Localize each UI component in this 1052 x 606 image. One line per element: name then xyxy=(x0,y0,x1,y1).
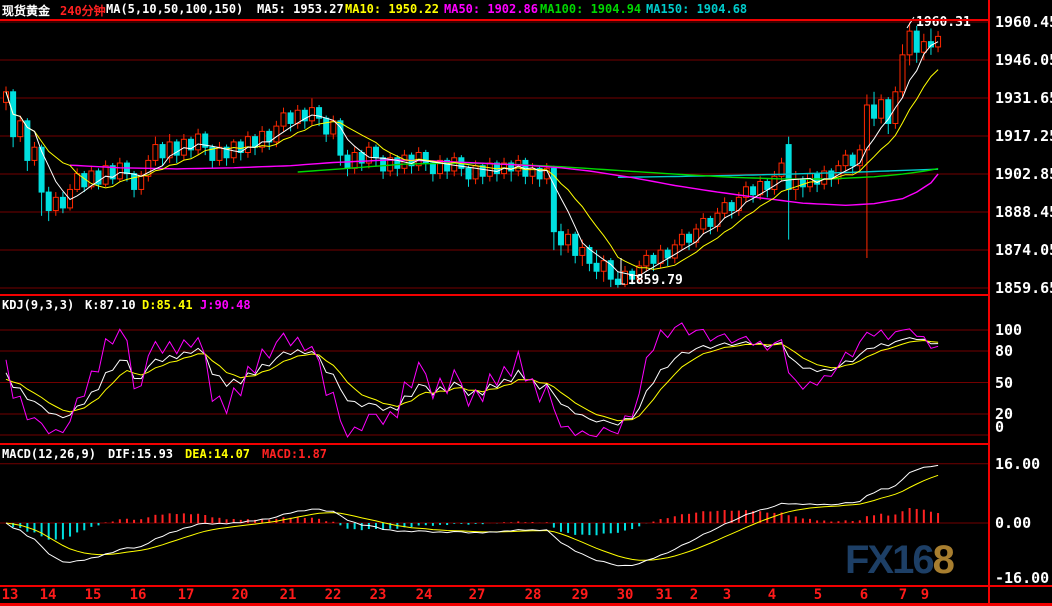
date-label: 22 xyxy=(325,587,342,603)
date-label: 24 xyxy=(416,587,433,603)
price-label: 1917.25 xyxy=(995,128,1051,144)
chart-window: 1859.79 1960.31 现货黄金 240分钟 MA(5,10,50,100… xyxy=(0,0,1052,606)
date-label: 13 xyxy=(2,587,19,603)
date-label: 30 xyxy=(617,587,634,603)
separator-header xyxy=(0,19,989,21)
date-label: 17 xyxy=(178,587,195,603)
kdj-d-value: D:85.41 xyxy=(142,298,193,312)
kdj-label: 50 xyxy=(995,375,1051,391)
macd-dea-value: DEA:14.07 xyxy=(185,447,250,461)
kdj-label: KDJ(9,3,3) xyxy=(2,298,74,312)
logo-fx16: FX16 xyxy=(845,538,933,582)
ma10-value: MA10: 1950.22 xyxy=(345,2,439,16)
date-label: 20 xyxy=(232,587,249,603)
date-label: 7 xyxy=(899,587,907,603)
high-annotation: 1960.31 xyxy=(916,15,971,30)
candlesticks xyxy=(4,22,941,287)
date-label: 14 xyxy=(40,587,57,603)
date-label: 31 xyxy=(656,587,673,603)
macd-plot xyxy=(6,465,938,565)
kdj-k-value: K:87.10 xyxy=(85,298,136,312)
symbol-label: 现货黄金 xyxy=(2,2,50,19)
kdj-lines xyxy=(6,323,938,437)
macd-label: 16.00 xyxy=(995,456,1051,472)
ma5-value: MA5: 1953.27 xyxy=(257,2,344,16)
kdj-label: 0 xyxy=(995,419,1051,435)
price-label: 1859.65 xyxy=(995,280,1051,296)
axis-separator-vertical xyxy=(988,0,990,606)
price-label: 1902.85 xyxy=(995,166,1051,182)
date-label: 29 xyxy=(572,587,589,603)
macd-label: -16.00 xyxy=(995,570,1051,586)
price-label: 1888.45 xyxy=(995,204,1051,220)
date-label: 23 xyxy=(370,587,387,603)
price-label: 1931.65 xyxy=(995,90,1051,106)
date-label: 21 xyxy=(280,587,297,603)
ma-params-label: MA(5,10,50,100,150) xyxy=(106,2,243,16)
ma-lines xyxy=(6,42,938,276)
fx168-logo: FX168 xyxy=(845,540,953,580)
date-label: 28 xyxy=(525,587,542,603)
kdj-j-value: J:90.48 xyxy=(200,298,251,312)
ma100-value: MA100: 1904.94 xyxy=(540,2,641,16)
kdj-label: 100 xyxy=(995,322,1051,338)
date-label: 16 xyxy=(130,587,147,603)
macd-dif-value: DIF:15.93 xyxy=(108,447,173,461)
ma50-value: MA50: 1902.86 xyxy=(444,2,538,16)
macd-label: 0.00 xyxy=(995,515,1051,531)
low-annotation: 1859.79 xyxy=(628,273,683,288)
kdj-label: 80 xyxy=(995,343,1051,359)
macd-macd-value: MACD:1.87 xyxy=(262,447,327,461)
date-label: 5 xyxy=(814,587,822,603)
price-label: 1946.05 xyxy=(995,52,1051,68)
date-label: 9 xyxy=(921,587,929,603)
separator-kdj xyxy=(0,294,989,296)
price-label: 1960.45 xyxy=(995,14,1051,30)
separator-macd xyxy=(0,443,989,445)
date-label: 27 xyxy=(469,587,486,603)
date-label: 6 xyxy=(860,587,868,603)
macd-label: MACD(12,26,9) xyxy=(2,447,96,461)
period-label: 240分钟 xyxy=(60,2,106,19)
date-label: 3 xyxy=(723,587,731,603)
price-label: 1874.05 xyxy=(995,242,1051,258)
logo-8: 8 xyxy=(933,538,953,582)
date-label: 4 xyxy=(768,587,776,603)
ma150-value: MA150: 1904.68 xyxy=(646,2,747,16)
date-label: 2 xyxy=(690,587,698,603)
date-label: 15 xyxy=(85,587,102,603)
